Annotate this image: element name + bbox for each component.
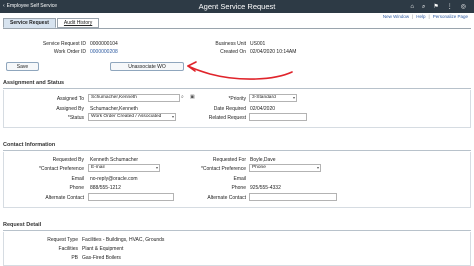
- work-order-id-link[interactable]: 0000000208: [90, 49, 118, 55]
- service-request-id-value: 0000000104: [90, 41, 118, 47]
- contact-preference-value: Phone: [252, 165, 266, 170]
- link-separator: |: [412, 14, 414, 19]
- assignment-status-header: Assignment and Status: [3, 80, 471, 89]
- alternate-contact-input[interactable]: [249, 193, 337, 201]
- phone-value: 888/555-1212: [90, 185, 121, 191]
- unassociate-wo-button[interactable]: Unassociate WO: [110, 62, 184, 71]
- contact-preference-select[interactable]: Phone ▾: [249, 164, 321, 172]
- request-detail-header: Request Detail: [3, 222, 471, 231]
- status-select[interactable]: Work Order Created / Associated ▾: [88, 113, 176, 121]
- assigned-to-input[interactable]: Schumacher,Kenneth: [88, 94, 180, 102]
- phone-label: Phone: [231, 185, 246, 191]
- email-value: no-reply@oracle.com: [90, 176, 138, 182]
- assigned-by-value: Schumacher,Kenneth: [90, 106, 138, 112]
- tab-service-request[interactable]: Service Request: [3, 18, 56, 28]
- request-type-value: Facilities - Buildings, HVAC, Grounds: [82, 237, 165, 243]
- assigned-by-label: Assigned By: [56, 106, 84, 112]
- request-type-label: Request Type: [47, 237, 78, 243]
- tab-bar: Service Request Audit History: [3, 18, 100, 28]
- contact-preference-value: E-mail: [91, 165, 105, 170]
- date-required-label: Date Required: [213, 106, 246, 112]
- related-request-label: Related Request: [208, 115, 246, 121]
- priority-value: 3-Standard: [252, 95, 276, 100]
- service-request-id-label: Service Request ID: [42, 41, 86, 47]
- chevron-down-icon: ▾: [155, 165, 158, 170]
- facilities-label: Facilities: [58, 246, 78, 252]
- top-banner: ‹ Employee Self Service Agent Service Req…: [0, 0, 474, 13]
- requested-for-value: Boyle,Dave: [250, 157, 276, 163]
- contact-preference-label: *Contact Preference: [38, 166, 84, 172]
- pb-value: Gas-Fired Boilers: [82, 255, 121, 261]
- annotation-arrow-icon: [187, 61, 293, 80]
- alternate-contact-label: Alternate Contact: [207, 195, 246, 201]
- notifications-icon[interactable]: ⚑: [433, 4, 438, 10]
- help-link[interactable]: Help: [416, 14, 425, 19]
- facilities-value: Plant & Equipment: [82, 246, 124, 252]
- lookup-search-icon[interactable]: ⌕: [181, 94, 184, 100]
- assigned-to-label: Assigned To: [56, 96, 84, 102]
- requested-for-label: Requested For: [212, 157, 246, 163]
- phone-label: Phone: [69, 185, 84, 191]
- contact-information-header: Contact Information: [3, 142, 471, 151]
- chevron-down-icon: ▾: [171, 114, 174, 119]
- navbar-icon[interactable]: ◎: [461, 4, 466, 10]
- work-order-id-label: Work Order ID: [53, 49, 86, 55]
- new-window-link[interactable]: New Window: [383, 14, 409, 19]
- personalize-page-link[interactable]: Personalize Page: [433, 14, 468, 19]
- email-label: Email: [233, 176, 246, 182]
- business-unit-value: US001: [250, 41, 266, 47]
- link-separator: |: [428, 14, 430, 19]
- date-required-value: 02/04/2020: [250, 106, 276, 112]
- requested-by-value: Kenneth Schumacher: [90, 157, 139, 163]
- contact-preference-label: *Contact Preference: [200, 166, 246, 172]
- chevron-down-icon: ▾: [316, 165, 319, 170]
- requested-by-label: Requested By: [52, 157, 84, 163]
- person-lookup-icon[interactable]: ▣: [190, 94, 195, 100]
- phone-value: 925/555-4332: [250, 185, 281, 191]
- priority-select[interactable]: 3-Standard ▾: [249, 94, 297, 102]
- status-label: *Status: [67, 115, 84, 121]
- home-icon[interactable]: ⌂: [410, 4, 414, 10]
- alternate-contact-input[interactable]: [88, 193, 174, 201]
- save-button[interactable]: Save: [6, 62, 39, 71]
- tab-audit-history[interactable]: Audit History: [56, 18, 100, 28]
- pb-label: PB: [71, 255, 78, 261]
- priority-label: *Priority: [228, 96, 246, 102]
- email-label: Email: [71, 176, 84, 182]
- contact-preference-select[interactable]: E-mail ▾: [88, 164, 160, 172]
- page-links: New Window | Help | Personalize Page: [380, 14, 468, 19]
- actions-menu-icon[interactable]: ⋮: [447, 4, 453, 10]
- search-icon[interactable]: ⌕: [422, 4, 425, 10]
- status-value: Work Order Created / Associated: [91, 114, 162, 119]
- related-request-input[interactable]: [249, 113, 307, 121]
- alternate-contact-label: Alternate Contact: [45, 195, 84, 201]
- chevron-down-icon: ▾: [292, 95, 295, 100]
- business-unit-label: Business Unit: [215, 41, 246, 47]
